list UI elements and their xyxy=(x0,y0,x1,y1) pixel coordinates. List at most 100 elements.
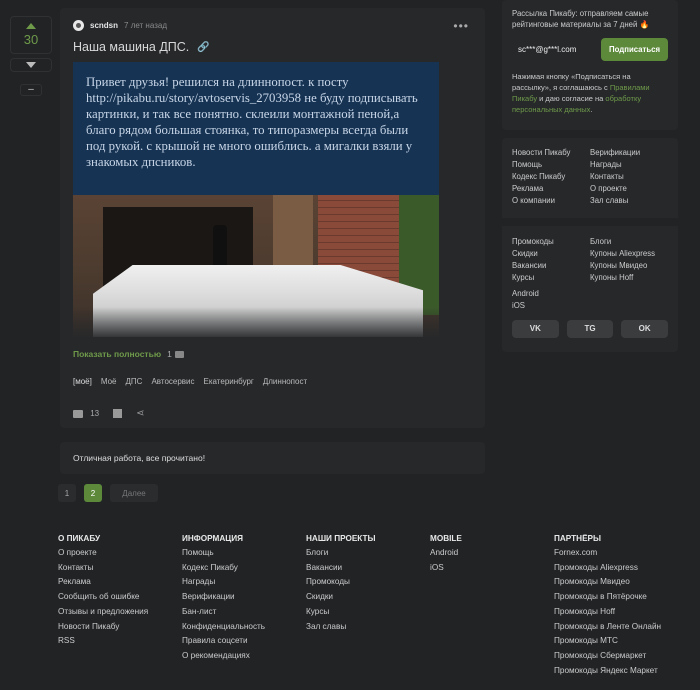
next-page-button[interactable]: Далее xyxy=(110,484,158,502)
story-title: Наша машина ДПС. 🔗 xyxy=(73,40,210,54)
tag-item[interactable]: Автосервис xyxy=(151,377,194,386)
site-footer: О ПИКАБУ О проекте Контакты Реклама Сооб… xyxy=(58,533,688,678)
footer-link[interactable]: Помощь xyxy=(182,546,306,561)
footer-col-projects: НАШИ ПРОЕКТЫ Блоги Вакансии Промокоды Ск… xyxy=(306,533,430,678)
footer-link[interactable]: iOS xyxy=(430,561,554,576)
sidebar-link[interactable]: Контакты xyxy=(590,171,668,183)
footer-link[interactable]: Промокоды Сбермаркет xyxy=(554,649,688,664)
sidebar-link[interactable]: Купоны Мвидео xyxy=(590,260,668,272)
sidebar-link[interactable]: Помощь xyxy=(512,159,590,171)
footer-link[interactable]: Fornex.com xyxy=(554,546,688,561)
end-notice: Отличная работа, все прочитано! xyxy=(60,442,485,474)
footer-link[interactable]: Вакансии xyxy=(306,561,430,576)
story-title-text[interactable]: Наша машина ДПС. xyxy=(73,40,189,54)
tag-item[interactable]: [моё] xyxy=(73,377,92,386)
footer-link[interactable]: Реклама xyxy=(58,575,182,590)
footer-link[interactable]: Правила соцсети xyxy=(182,634,306,649)
subscribe-button[interactable]: Подписаться xyxy=(601,38,668,61)
footer-link[interactable]: О рекомендациях xyxy=(182,649,306,664)
comments-button[interactable]: 13 xyxy=(73,409,99,418)
sidebar-link[interactable]: Верификации xyxy=(590,147,668,159)
footer-col-partners: ПАРТНЁРЫ Fornex.com Промокоды Aliexpress… xyxy=(554,533,688,678)
footer-link[interactable]: Контакты xyxy=(58,561,182,576)
footer-link[interactable]: Промокоды Яндекс Маркет xyxy=(554,664,688,679)
footer-link[interactable]: Кодекс Пикабу xyxy=(182,561,306,576)
share-icon[interactable]: ⋖ xyxy=(136,408,144,419)
tag-item[interactable]: ДПС xyxy=(126,377,143,386)
camera-icon xyxy=(174,350,184,358)
page-2-button[interactable]: 2 xyxy=(84,484,102,502)
save-icon[interactable] xyxy=(113,409,123,418)
footer-link[interactable]: Зал славы xyxy=(306,620,430,635)
show-more-link[interactable]: Показать полностью xyxy=(73,349,161,359)
story-footer: 13 ⋖ xyxy=(73,408,145,419)
story-image[interactable]: Привет друзья! решился на длиннопост. к … xyxy=(73,62,439,337)
footer-link[interactable]: Блоги xyxy=(306,546,430,561)
sidebar-link[interactable]: Кодекс Пикабу xyxy=(512,171,590,183)
sidebar-link[interactable]: Промокоды xyxy=(512,236,590,248)
image-count-value: 1 xyxy=(167,349,172,359)
sidebar-link[interactable]: Курсы xyxy=(512,272,590,284)
link-icon[interactable]: 🔗 xyxy=(197,42,209,53)
vk-icon[interactable]: VK xyxy=(512,320,559,338)
sidebar-link[interactable]: Блоги xyxy=(590,236,668,248)
sidebar-link[interactable]: Купоны Aliexpress xyxy=(590,248,668,260)
footer-link[interactable]: Отзывы и предложения xyxy=(58,605,182,620)
collapse-button[interactable]: – xyxy=(20,84,42,96)
footer-link[interactable]: Сообщить об ошибке xyxy=(58,590,182,605)
footer-link[interactable]: Бан-лист xyxy=(182,605,306,620)
ok-icon[interactable]: OK xyxy=(621,320,669,338)
footer-link[interactable]: RSS xyxy=(58,634,182,649)
page-1-button[interactable]: 1 xyxy=(58,484,76,502)
sidebar-link[interactable]: Скидки xyxy=(512,248,590,260)
avatar[interactable] xyxy=(73,20,84,31)
footer-link[interactable]: Скидки xyxy=(306,590,430,605)
sidebar-links-left: Новости Пикабу Помощь Кодекс Пикабу Рекл… xyxy=(512,147,590,208)
footer-link[interactable]: Промокоды Hoff xyxy=(554,605,688,620)
sidebar-link[interactable]: Вакансии xyxy=(512,260,590,272)
sidebar-link[interactable]: Новости Пикабу xyxy=(512,147,590,159)
sidebar-link[interactable]: О проекте xyxy=(590,183,668,195)
subscribe-text: Рассылка Пикабу: отправляем самые рейтин… xyxy=(512,9,650,29)
sidebar: Рассылка Пикабу: отправляем самые рейтин… xyxy=(502,0,678,360)
tag-item[interactable]: Длиннопост xyxy=(263,377,307,386)
footer-link[interactable]: Курсы xyxy=(306,605,430,620)
footer-link[interactable]: Промокоды в Ленте Онлайн xyxy=(554,620,688,635)
footer-link[interactable]: Промокоды Aliexpress xyxy=(554,561,688,576)
footer-col-info: ИНФОРМАЦИЯ Помощь Кодекс Пикабу Награды … xyxy=(182,533,306,678)
sidebar-apps: Android iOS VK TG OK xyxy=(502,288,678,352)
sidebar-link[interactable]: Награды xyxy=(590,159,668,171)
footer-link[interactable]: Награды xyxy=(182,575,306,590)
upvote-icon[interactable] xyxy=(26,23,36,29)
author-name[interactable]: scndsn xyxy=(90,21,118,30)
tag-item[interactable]: Моё xyxy=(101,377,117,386)
footer-link[interactable]: Android xyxy=(430,546,554,561)
footer-link[interactable]: Конфиденциальность xyxy=(182,620,306,635)
more-menu-icon[interactable]: ••• xyxy=(453,20,469,32)
email-field[interactable]: sc***@g***l.com xyxy=(512,44,593,55)
sidebar-link[interactable]: О компании xyxy=(512,195,590,207)
footer-heading: MOBILE xyxy=(430,534,462,543)
footer-heading: НАШИ ПРОЕКТЫ xyxy=(306,534,376,543)
rating-box: 30 xyxy=(10,16,52,54)
footer-link[interactable]: Промокоды xyxy=(306,575,430,590)
downvote-button[interactable] xyxy=(10,58,52,72)
telegram-icon[interactable]: TG xyxy=(566,320,614,338)
footer-link[interactable]: Новости Пикабу xyxy=(58,620,182,635)
post-time: 7 лет назад xyxy=(124,21,167,30)
footer-link[interactable]: Промокоды в Пятёрочке xyxy=(554,590,688,605)
footer-link[interactable]: Верификации xyxy=(182,590,306,605)
subscribe-row: sc***@g***l.com Подписаться xyxy=(512,38,668,61)
story-card: scndsn 7 лет назад ••• Наша машина ДПС. … xyxy=(60,8,485,428)
footer-link[interactable]: Промокоды МТС xyxy=(554,634,688,649)
sidebar-link[interactable]: Купоны Hoff xyxy=(590,272,668,284)
photo xyxy=(73,195,439,337)
sidebar-promo-right: Блоги Купоны Aliexpress Купоны Мвидео Ку… xyxy=(590,236,668,284)
app-link-ios[interactable]: iOS xyxy=(512,300,668,312)
app-link-android[interactable]: Android xyxy=(512,288,668,300)
footer-link[interactable]: Промокоды Мвидео xyxy=(554,575,688,590)
tag-item[interactable]: Екатеринбург xyxy=(204,377,254,386)
sidebar-link[interactable]: Зал славы xyxy=(590,195,668,207)
footer-link[interactable]: О проекте xyxy=(58,546,182,561)
sidebar-link[interactable]: Реклама xyxy=(512,183,590,195)
